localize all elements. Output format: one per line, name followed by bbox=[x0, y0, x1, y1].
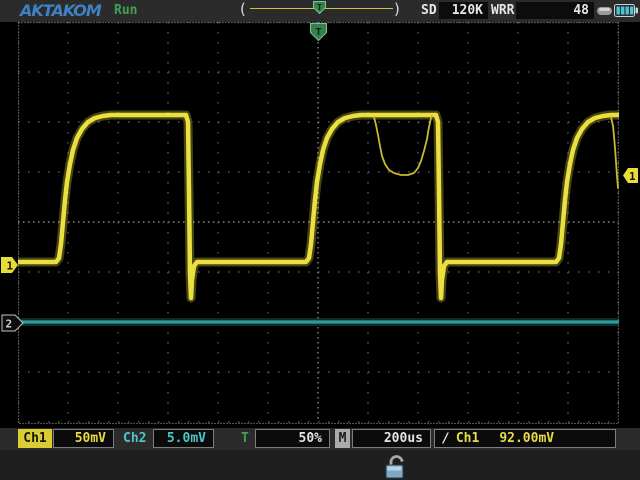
waveform-screen bbox=[18, 22, 619, 424]
sample-depth-box: 120K bbox=[439, 2, 488, 19]
rising-slope-icon: / bbox=[442, 431, 450, 446]
oscilloscope-display: AKTAKOM Run ( ) T SD 120K WRR 48 bbox=[0, 0, 640, 480]
svg-text:T: T bbox=[317, 3, 322, 12]
trigger-level-marker[interactable]: 1 bbox=[622, 167, 639, 184]
trigger-position-icon[interactable]: T bbox=[313, 1, 326, 14]
sd-card-label: SD bbox=[421, 3, 437, 18]
count-box: 48 bbox=[516, 2, 594, 19]
trigger-position-label: T bbox=[241, 429, 249, 448]
window-right-bracket: ) bbox=[394, 0, 400, 18]
svg-text:2: 2 bbox=[6, 318, 13, 331]
trigger-point-marker[interactable]: T bbox=[310, 23, 327, 41]
svg-text:T: T bbox=[315, 27, 321, 38]
svg-text:1: 1 bbox=[629, 170, 636, 183]
window-left-bracket: ( bbox=[240, 0, 246, 18]
trigger-level-value: 92.00mV bbox=[499, 431, 554, 446]
battery-icon bbox=[614, 4, 638, 18]
trigger-source: Ch1 bbox=[456, 431, 479, 446]
trigger-settings-box[interactable]: / Ch1 92.00mV bbox=[434, 429, 616, 448]
timebase-box[interactable]: 200us bbox=[352, 429, 431, 448]
footer-strip bbox=[0, 450, 640, 480]
ch2-ground-marker[interactable]: 2 bbox=[1, 314, 25, 332]
ch1-ground-marker[interactable]: 1 bbox=[1, 256, 19, 274]
top-status-bar: AKTAKOM Run ( ) T SD 120K WRR 48 bbox=[0, 0, 640, 22]
bottom-status-bar: Ch1 50mV Ch2 5.0mV T 50% M 200us / Ch1 9… bbox=[0, 428, 640, 450]
ch2-scale-box[interactable]: 5.0mV bbox=[153, 429, 214, 448]
mode-label: WRR bbox=[491, 3, 514, 18]
acquisition-status: Run bbox=[114, 3, 137, 18]
unlock-icon[interactable] bbox=[383, 454, 413, 479]
ch1-scale-box[interactable]: 50mV bbox=[53, 429, 114, 448]
svg-text:1: 1 bbox=[7, 260, 14, 273]
ch1-badge[interactable]: Ch1 bbox=[18, 429, 52, 448]
usb-device-icon bbox=[596, 5, 614, 17]
trigger-position-box[interactable]: 50% bbox=[255, 429, 330, 448]
brand-logo: AKTAKOM bbox=[20, 1, 101, 20]
timebase-badge[interactable]: M bbox=[335, 429, 350, 448]
ch2-label[interactable]: Ch2 bbox=[123, 429, 146, 448]
